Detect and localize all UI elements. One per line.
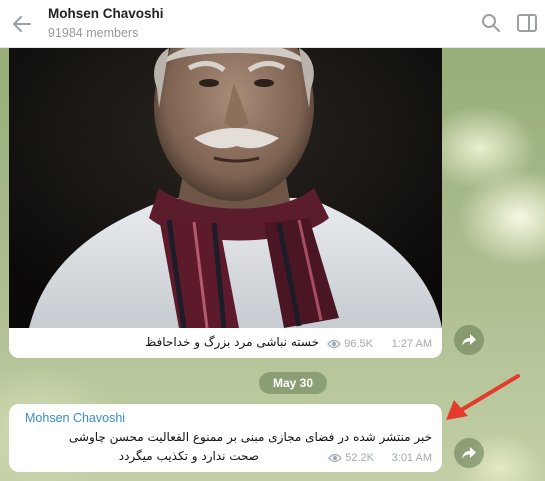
sender-name[interactable]: Mohsen Chavoshi	[25, 411, 125, 425]
forward-button[interactable]	[454, 438, 484, 468]
search-icon[interactable]	[480, 12, 502, 34]
forward-icon	[462, 447, 476, 459]
back-arrow-icon[interactable]	[10, 12, 34, 36]
sidebar-toggle-icon[interactable]	[516, 12, 538, 34]
forward-icon	[462, 334, 476, 346]
photo-caption: خسته نباشی مرد بزرگ و خداحافظ	[145, 335, 319, 349]
eye-icon	[327, 339, 342, 349]
message-text-line: خبر منتشر شده در فضای مجازی مبنی بر ممنو…	[68, 430, 432, 444]
chat-title[interactable]: Mohsen Chavoshi	[48, 6, 164, 21]
message-photo[interactable]	[9, 48, 442, 328]
date-separator: May 30	[259, 372, 327, 394]
chat-header: Mohsen Chavoshi 91984 members	[0, 0, 545, 48]
photo-caption-row: خسته نباشی مرد بزرگ و خداحافظ 96.5K 1:27…	[9, 333, 442, 353]
annotation-arrow	[446, 374, 520, 420]
member-count: 91984 members	[48, 26, 139, 40]
photo-message[interactable]: خسته نباشی مرد بزرگ و خداحافظ 96.5K 1:27…	[9, 48, 442, 358]
portrait-photo	[9, 48, 442, 328]
text-message[interactable]: Mohsen Chavoshi خبر منتشر شده در فضای مج…	[9, 404, 442, 472]
message-text-line: صحت ندارد و تکذیب میگردد	[118, 449, 259, 463]
message-time: 1:27 AM	[391, 338, 432, 350]
forward-button[interactable]	[454, 325, 484, 355]
eye-icon	[328, 453, 343, 463]
chat-area[interactable]: خسته نباشی مرد بزرگ و خداحافظ 96.5K 1:27…	[0, 48, 545, 481]
message-time: 3:01 AM	[391, 452, 432, 464]
view-count: 96.5K	[327, 338, 373, 350]
view-count: 52.2K	[328, 452, 374, 464]
